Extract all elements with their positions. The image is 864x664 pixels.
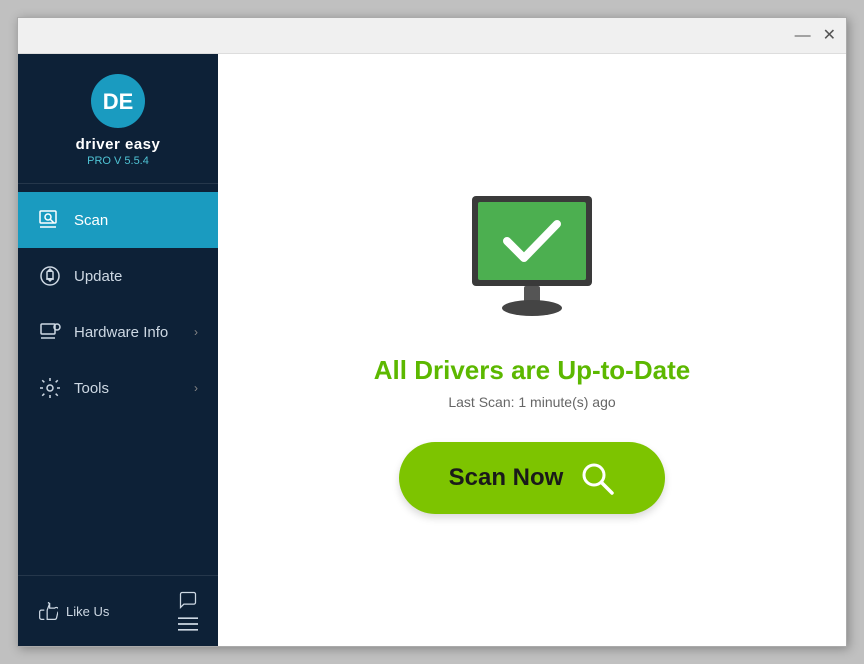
scan-icon (38, 208, 62, 232)
logo-icon: DE (91, 74, 145, 128)
update-label: Update (74, 268, 122, 285)
status-subtitle: Last Scan: 1 minute(s) ago (448, 394, 615, 410)
main-content: All Drivers are Up-to-Date Last Scan: 1 … (218, 54, 846, 646)
thumbs-up-icon (38, 601, 58, 621)
scan-now-label: Scan Now (449, 464, 564, 492)
tools-label: Tools (74, 380, 109, 397)
sidebar-item-scan[interactable]: Scan (18, 192, 218, 248)
title-bar-controls: — ✕ (795, 28, 836, 44)
scan-search-icon (579, 460, 615, 496)
svg-text:DE: DE (103, 89, 134, 114)
title-bar: — ✕ (18, 18, 846, 54)
sidebar: DE driver easy PRO V 5.5.4 Scan (18, 54, 218, 646)
logo-name: driver easy (76, 136, 161, 153)
sidebar-bottom: Like Us (18, 575, 218, 646)
hardware-info-label: Hardware Info (74, 324, 168, 341)
sidebar-item-update[interactable]: Update (18, 248, 218, 304)
hardware-info-arrow: › (194, 325, 198, 339)
status-title: All Drivers are Up-to-Date (374, 355, 690, 386)
monitor-illustration (452, 186, 612, 331)
logo-version: PRO V 5.5.4 (87, 155, 149, 167)
sidebar-item-tools[interactable]: Tools › (18, 360, 218, 416)
bottom-icons (178, 590, 198, 632)
scan-label: Scan (74, 212, 108, 229)
tools-arrow: › (194, 381, 198, 395)
hardware-info-icon (38, 320, 62, 344)
app-window: — ✕ DE driver easy PRO V 5.5.4 (17, 17, 847, 647)
menu-icon[interactable] (178, 616, 198, 632)
sidebar-nav: Scan Update (18, 184, 218, 575)
update-icon (38, 264, 62, 288)
sidebar-item-hardware-info[interactable]: Hardware Info › (18, 304, 218, 360)
tools-icon (38, 376, 62, 400)
monitor-svg (452, 186, 612, 326)
sidebar-logo: DE driver easy PRO V 5.5.4 (18, 54, 218, 184)
like-us-button[interactable]: Like Us (38, 601, 109, 621)
chat-icon[interactable] (178, 590, 198, 610)
minimize-button[interactable]: — (795, 28, 811, 44)
close-button[interactable]: ✕ (823, 28, 836, 44)
scan-now-button[interactable]: Scan Now (399, 442, 666, 514)
app-body: DE driver easy PRO V 5.5.4 Scan (18, 54, 846, 646)
like-us-label: Like Us (66, 604, 109, 619)
